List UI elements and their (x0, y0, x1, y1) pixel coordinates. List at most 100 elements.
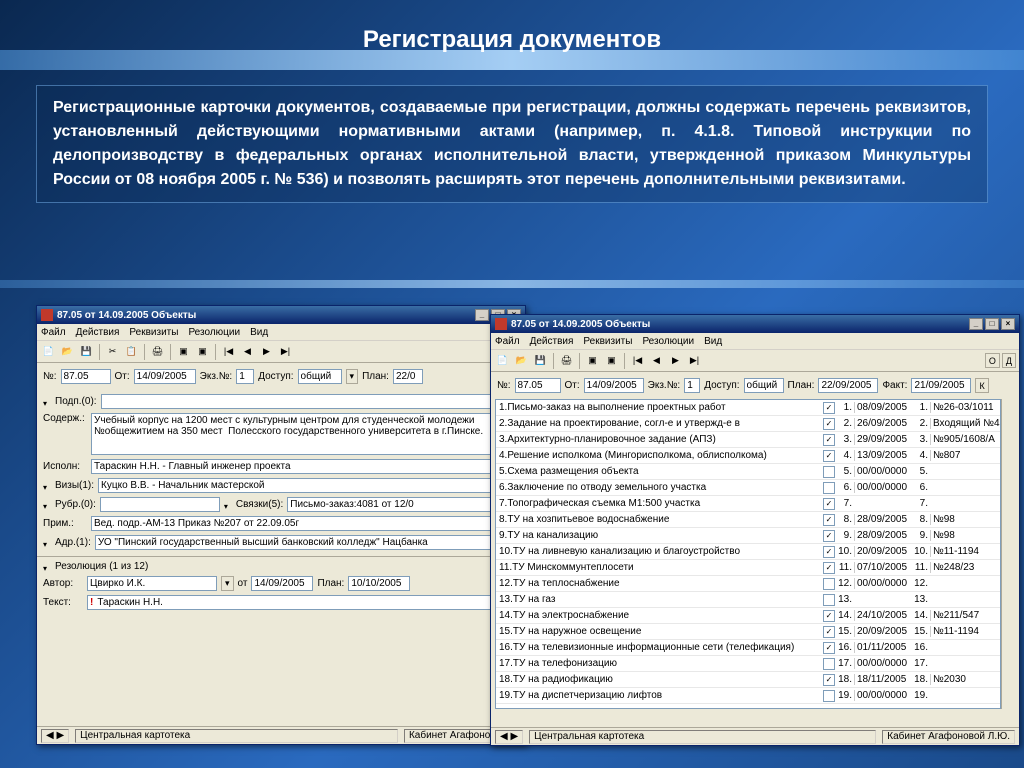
tool-open-icon[interactable]: 📂 (513, 352, 530, 369)
tool-open-icon[interactable]: 📂 (59, 343, 76, 360)
list-item[interactable]: 1.Письмо-заказ на выполнение проектных р… (496, 400, 1000, 416)
k-button[interactable]: К (975, 378, 988, 393)
row-checkbox[interactable]: ✓ (823, 562, 835, 574)
res-from-input[interactable] (251, 576, 313, 591)
from-input[interactable] (584, 378, 644, 393)
rubr-input[interactable] (100, 497, 220, 512)
tool-misc-icon[interactable]: ▣ (584, 352, 601, 369)
author-lookup[interactable]: ▾ (221, 576, 234, 591)
list-item[interactable]: 4.Решение исполкома (Мингорисполкома, об… (496, 448, 1000, 464)
tool-misc-icon[interactable]: ▣ (603, 352, 620, 369)
access-input[interactable] (298, 369, 342, 384)
d-button[interactable]: Д (1002, 353, 1016, 368)
row-checkbox[interactable]: ✓ (823, 642, 835, 654)
soderzh-textarea[interactable] (91, 413, 519, 455)
fact-input[interactable] (911, 378, 971, 393)
expand-icon[interactable] (43, 563, 51, 571)
nav-first-icon[interactable]: |◀ (220, 343, 237, 360)
list-item[interactable]: 13.ТУ на газ13.13. (496, 592, 1000, 608)
tool-print-icon[interactable]: 🖨 (558, 352, 575, 369)
tool-new-icon[interactable]: 📄 (494, 352, 511, 369)
list-item[interactable]: 12.ТУ на теплоснабжение12.00/00/000012. (496, 576, 1000, 592)
tool-copy-icon[interactable]: 📋 (123, 343, 140, 360)
row-checkbox[interactable] (823, 690, 835, 702)
plan-input[interactable] (818, 378, 878, 393)
tool-cut-icon[interactable]: ✂ (104, 343, 121, 360)
row-checkbox[interactable] (823, 658, 835, 670)
scrollbar[interactable] (1001, 399, 1015, 709)
nav-prev-icon[interactable]: ◀ (239, 343, 256, 360)
tool-save-icon[interactable]: 💾 (532, 352, 549, 369)
row-checkbox[interactable] (823, 594, 835, 606)
menu-file[interactable]: Файл (495, 336, 520, 347)
menu-view[interactable]: Вид (704, 336, 722, 347)
menu-req[interactable]: Реквизиты (583, 336, 632, 347)
ex-input[interactable] (236, 369, 254, 384)
list-item[interactable]: 11.ТУ Минскоммунтеплосети✓11.07/10/20051… (496, 560, 1000, 576)
status-nav[interactable]: ◀ ▶ (495, 730, 523, 744)
list-item[interactable]: 18.ТУ на радиофикацию✓18.18/11/200518.№2… (496, 672, 1000, 688)
list-item[interactable]: 16.ТУ на телевизионные информационные се… (496, 640, 1000, 656)
row-checkbox[interactable] (823, 578, 835, 590)
row-checkbox[interactable]: ✓ (823, 546, 835, 558)
no-input[interactable] (515, 378, 561, 393)
svyaz-input[interactable] (287, 497, 519, 512)
status-nav[interactable]: ◀ ▶ (41, 729, 69, 743)
nav-first-icon[interactable]: |◀ (629, 352, 646, 369)
menu-view[interactable]: Вид (250, 327, 268, 338)
access-input[interactable] (744, 378, 784, 393)
author-input[interactable] (87, 576, 217, 591)
podp-input[interactable] (101, 394, 519, 409)
prim-input[interactable] (91, 516, 519, 531)
menu-file[interactable]: Файл (41, 327, 66, 338)
titlebar[interactable]: 87.05 от 14.09.2005 Объекты _ □ × (37, 306, 525, 324)
row-checkbox[interactable]: ✓ (823, 418, 835, 430)
expand-icon[interactable] (224, 501, 232, 509)
row-checkbox[interactable]: ✓ (823, 402, 835, 414)
row-checkbox[interactable]: ✓ (823, 674, 835, 686)
ex-input[interactable] (684, 378, 700, 393)
titlebar[interactable]: 87.05 от 14.09.2005 Объекты _ □ × (491, 315, 1019, 333)
row-checkbox[interactable] (823, 466, 835, 478)
menu-res[interactable]: Резолюции (188, 327, 240, 338)
close-button[interactable]: × (1001, 318, 1015, 330)
tool-misc-icon[interactable]: ▣ (194, 343, 211, 360)
nav-last-icon[interactable]: ▶| (277, 343, 294, 360)
list-item[interactable]: 14.ТУ на электроснабжение✓14.24/10/20051… (496, 608, 1000, 624)
tool-save-icon[interactable]: 💾 (78, 343, 95, 360)
list-item[interactable]: 3.Архитектурно-планировочное задание (АП… (496, 432, 1000, 448)
list-item[interactable]: 10.ТУ на ливневую канализацию и благоуст… (496, 544, 1000, 560)
expand-icon[interactable] (43, 398, 51, 406)
res-plan-input[interactable] (348, 576, 410, 591)
tool-print-icon[interactable]: 🖨 (149, 343, 166, 360)
from-input[interactable] (134, 369, 196, 384)
expand-icon[interactable] (43, 501, 51, 509)
list-item[interactable]: 15.ТУ на наружное освещение✓15.20/09/200… (496, 624, 1000, 640)
minimize-button[interactable]: _ (475, 309, 489, 321)
nav-next-icon[interactable]: ▶ (258, 343, 275, 360)
tool-new-icon[interactable]: 📄 (40, 343, 57, 360)
list-item[interactable]: 6.Заключение по отводу земельного участк… (496, 480, 1000, 496)
ispoln-input[interactable] (91, 459, 519, 474)
plan-input[interactable] (393, 369, 423, 384)
row-checkbox[interactable] (823, 482, 835, 494)
row-checkbox[interactable]: ✓ (823, 498, 835, 510)
menu-actions[interactable]: Действия (530, 336, 574, 347)
list-item[interactable]: 19.ТУ на диспетчеризацию лифтов19.00/00/… (496, 688, 1000, 704)
minimize-button[interactable]: _ (969, 318, 983, 330)
list-item[interactable]: 5.Схема размещения объекта5.00/00/00005. (496, 464, 1000, 480)
nav-prev-icon[interactable]: ◀ (648, 352, 665, 369)
expand-icon[interactable] (43, 482, 51, 490)
maximize-button[interactable]: □ (985, 318, 999, 330)
expand-icon[interactable] (43, 539, 51, 547)
menu-actions[interactable]: Действия (76, 327, 120, 338)
nav-last-icon[interactable]: ▶| (686, 352, 703, 369)
vizy-input[interactable] (98, 478, 519, 493)
o-button[interactable]: О (985, 353, 1000, 368)
no-input[interactable] (61, 369, 111, 384)
menu-req[interactable]: Реквизиты (129, 327, 178, 338)
menu-res[interactable]: Резолюции (642, 336, 694, 347)
list-item[interactable]: 17.ТУ на телефонизацию17.00/00/000017. (496, 656, 1000, 672)
list-item[interactable]: 9.ТУ на канализацию✓9.28/09/20059.№98 (496, 528, 1000, 544)
adr-input[interactable] (95, 535, 519, 550)
